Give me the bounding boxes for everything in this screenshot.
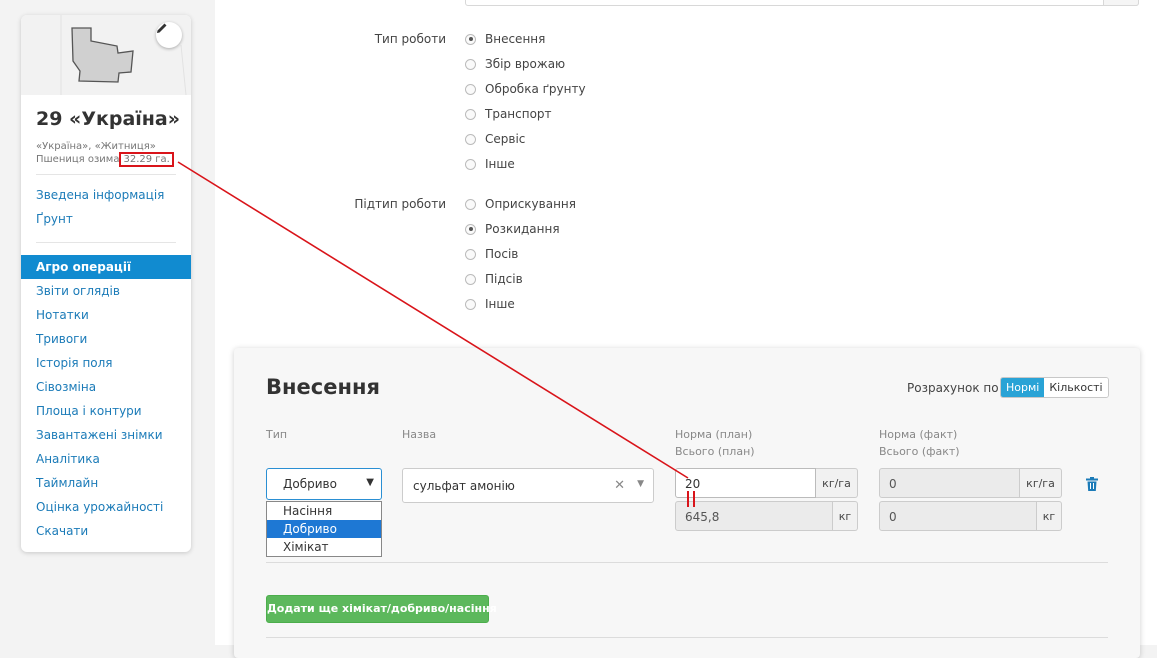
norm-plan-input[interactable]: 20	[675, 468, 816, 498]
work-type-option[interactable]: Внесення	[465, 32, 545, 46]
radio-icon[interactable]	[465, 298, 476, 310]
radio-label: Внесення	[485, 32, 546, 46]
nav-area-contours[interactable]: Площа і контури	[21, 399, 191, 423]
nav-summary[interactable]: Зведена інформація	[21, 183, 191, 207]
type-select[interactable]: Добриво ▼	[266, 468, 382, 500]
nav-alerts[interactable]: Тривоги	[21, 327, 191, 351]
norm-plan-unit: кг/га	[816, 468, 858, 498]
row-divider	[266, 562, 1108, 563]
add-product-button[interactable]: Додати ще хімікат/добриво/насіння	[266, 595, 497, 623]
radio-label: Збір врожаю	[485, 57, 566, 71]
type-option-fertilizer[interactable]: Добриво	[267, 520, 381, 538]
nav-soil[interactable]: Ґрунт	[21, 207, 191, 231]
total-fact-unit: кг	[1037, 501, 1062, 531]
radio-icon[interactable]	[465, 133, 476, 145]
nav-field-history[interactable]: Історія поля	[21, 351, 191, 375]
divider	[36, 174, 176, 175]
total-plan-input: 645,8	[675, 501, 833, 531]
radio-icon[interactable]	[465, 58, 476, 70]
delete-row-button[interactable]	[1086, 476, 1098, 495]
nav-yield-estimate[interactable]: Оцінка урожайності	[21, 495, 191, 519]
nav-inspection-reports[interactable]: Звіти оглядів	[21, 279, 191, 303]
caret-down-icon[interactable]: ▼	[637, 479, 644, 489]
name-select[interactable]: сульфат амонію ✕ ▼	[402, 468, 654, 503]
total-plan-unit: кг	[833, 501, 858, 531]
name-select-value: сульфат амонію	[413, 479, 515, 493]
work-type-option[interactable]: Сервіс	[465, 132, 525, 146]
radio-label: Обробка ґрунту	[485, 82, 586, 96]
radio-selected-icon[interactable]	[465, 223, 476, 235]
nav-uploaded-images[interactable]: Завантажені знімки	[21, 423, 191, 447]
work-type-option[interactable]: Транспорт	[465, 107, 552, 121]
radio-selected-icon[interactable]	[465, 33, 476, 45]
work-subtype-option[interactable]: Розкидання	[465, 222, 560, 236]
col-norm-plan-header: Норма (план)	[675, 428, 753, 441]
type-option-seeds[interactable]: Насіння	[267, 502, 381, 520]
col-total-fact-header: Всього (факт)	[879, 445, 960, 458]
radio-icon[interactable]	[465, 198, 476, 210]
work-subtype-option[interactable]: Посів	[465, 247, 518, 261]
field-crop: Пшениця озима	[36, 154, 120, 165]
norm-fact-unit: кг/га	[1020, 468, 1062, 498]
radio-label: Інше	[485, 297, 515, 311]
radio-label: Розкидання	[485, 222, 560, 236]
work-subtype-option[interactable]: Інше	[465, 297, 515, 311]
calc-by-quantity-button[interactable]: Кількості	[1044, 378, 1108, 397]
row-divider	[266, 637, 1108, 638]
radio-label: Сервіс	[485, 132, 526, 146]
nav-agro-operations[interactable]: Агро операції	[21, 255, 191, 279]
nav-notes[interactable]: Нотатки	[21, 303, 191, 327]
calc-mode-toggle[interactable]: Нормі Кількості	[1000, 377, 1109, 398]
work-type-label: Тип роботи	[374, 32, 446, 46]
divider	[36, 242, 176, 243]
radio-icon[interactable]	[465, 158, 476, 170]
radio-label: Оприскування	[485, 197, 576, 211]
work-type-option[interactable]: Обробка ґрунту	[465, 82, 586, 96]
nav-crop-rotation[interactable]: Сівозміна	[21, 375, 191, 399]
top-select-input[interactable]	[465, 0, 1139, 6]
col-type-header: Тип	[266, 428, 288, 441]
work-subtype-label: Підтип роботи	[354, 197, 446, 211]
norm-fact-input: 0	[879, 468, 1020, 498]
work-subtype-option[interactable]: Підсів	[465, 272, 523, 286]
work-subtype-option[interactable]: Оприскування	[465, 197, 576, 211]
nav-download[interactable]: Скачати	[21, 519, 191, 543]
radio-label: Підсів	[485, 272, 523, 286]
card-title: Внесення	[266, 375, 380, 399]
trash-icon	[1086, 477, 1098, 491]
type-dropdown: Насіння Добриво Хімікат	[266, 501, 382, 557]
field-sidebar: 29 «Україна» «Україна», «Житниця» Пшениц…	[21, 15, 191, 552]
field-crop-line: Пшениця озима 32.29 га.	[36, 152, 191, 167]
radio-label: Інше	[485, 157, 515, 171]
radio-icon[interactable]	[465, 248, 476, 260]
field-map-thumbnail[interactable]	[21, 15, 191, 95]
application-card: Внесення Розрахунок по Нормі Кількості Т…	[234, 348, 1140, 658]
calc-by-label: Розрахунок по	[907, 381, 999, 395]
radio-label: Транспорт	[485, 107, 552, 121]
pencil-icon	[157, 23, 167, 33]
clear-icon[interactable]: ✕	[614, 478, 625, 493]
type-option-chemical[interactable]: Хімікат	[267, 538, 381, 556]
col-norm-fact-header: Норма (факт)	[879, 428, 958, 441]
radio-icon[interactable]	[465, 83, 476, 95]
edit-field-button[interactable]	[156, 22, 182, 48]
top-select-button[interactable]	[1103, 0, 1139, 6]
type-select-value: Добриво	[283, 477, 337, 491]
field-title: 29 «Україна»	[36, 108, 181, 130]
calc-by-norm-button[interactable]: Нормі	[1001, 378, 1045, 397]
radio-icon[interactable]	[465, 273, 476, 285]
total-fact-input: 0	[879, 501, 1037, 531]
work-type-option[interactable]: Збір врожаю	[465, 57, 565, 71]
work-type-option[interactable]: Інше	[465, 157, 515, 171]
col-name-header: Назва	[402, 428, 437, 441]
nav-timeline[interactable]: Таймлайн	[21, 471, 191, 495]
col-total-plan-header: Всього (план)	[675, 445, 755, 458]
nav-analytics[interactable]: Аналітика	[21, 447, 191, 471]
radio-icon[interactable]	[465, 108, 476, 120]
caret-down-icon: ▼	[366, 477, 374, 488]
radio-label: Посів	[485, 247, 519, 261]
field-area: 32.29 га.	[119, 152, 174, 167]
